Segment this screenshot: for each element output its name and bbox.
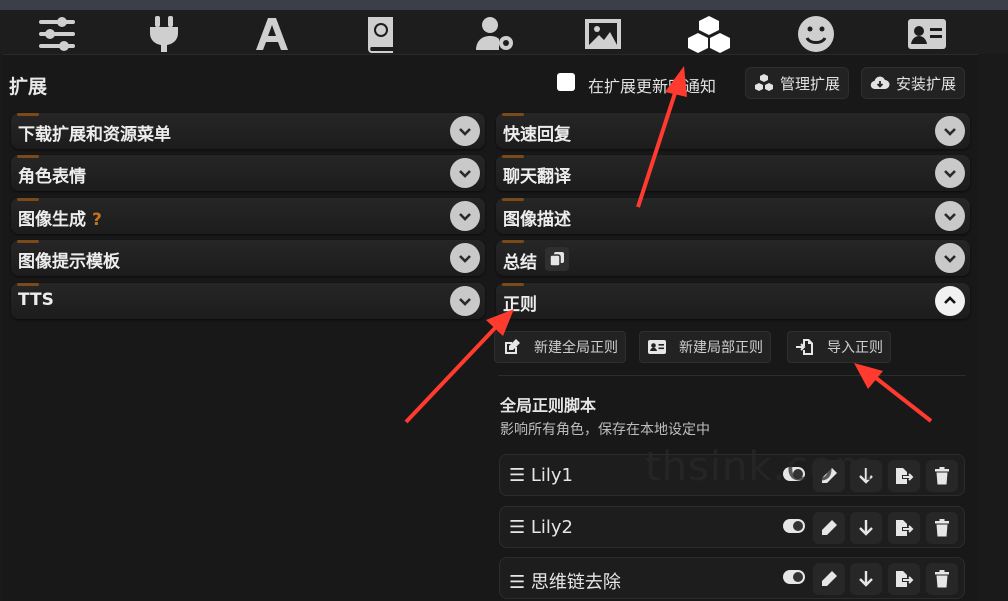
chevron-down-icon[interactable]	[935, 243, 965, 273]
pen-to-square-icon	[505, 339, 520, 354]
plug-icon[interactable]	[134, 12, 194, 56]
user-gear-icon[interactable]	[465, 12, 525, 56]
drawer-quick-reply[interactable]: 快速回复	[496, 113, 970, 149]
notify-checkbox-label: 在扩展更新时通知	[588, 77, 717, 96]
drawer-label: 图像描述	[503, 210, 571, 230]
file-import-icon	[796, 339, 813, 355]
script-row[interactable]: ☰ 思维链去除	[499, 557, 965, 599]
chevron-down-icon[interactable]	[450, 243, 480, 273]
chevron-down-icon[interactable]	[935, 158, 965, 188]
drawer-label: 下载扩展和资源菜单	[18, 125, 171, 145]
drawer-image-prompt-templates[interactable]: 图像提示模板	[11, 240, 485, 276]
pencil-icon[interactable]	[813, 512, 845, 544]
cloud-download-icon	[870, 76, 890, 90]
manage-extensions-button[interactable]: 管理扩展	[745, 67, 850, 99]
drawer-label: 角色表情	[18, 167, 86, 187]
chevron-down-icon[interactable]	[935, 201, 965, 231]
sliders-icon[interactable]	[27, 12, 87, 56]
drawer-label: 聊天翻译	[503, 167, 571, 187]
image-icon[interactable]	[573, 12, 633, 56]
toggle-icon[interactable]	[783, 467, 805, 481]
arrow-down-icon[interactable]	[850, 460, 882, 492]
drawer-label-text: 总结	[503, 253, 537, 273]
trash-icon[interactable]	[926, 512, 958, 544]
drawer-label: TTS	[18, 290, 54, 310]
drawer-character-expressions[interactable]: 角色表情	[11, 155, 485, 191]
arrow-down-icon[interactable]	[850, 563, 882, 595]
drawer-regex[interactable]: 正则	[496, 283, 970, 319]
script-name[interactable]: ☰ Lily1	[509, 465, 573, 486]
new-global-regex-label: 新建全局正则	[534, 340, 618, 356]
script-row[interactable]: ☰ Lily2	[499, 506, 965, 548]
id-card-icon	[648, 340, 666, 354]
drawer-label-text: 图像生成	[18, 210, 86, 230]
cubes-icon[interactable]	[679, 12, 739, 56]
chevron-down-icon[interactable]	[450, 158, 480, 188]
drawer-label: 图像提示模板	[18, 252, 120, 272]
id-card-icon[interactable]	[897, 12, 957, 56]
drawer-download-extensions[interactable]: 下载扩展和资源菜单	[11, 113, 485, 149]
import-regex-button[interactable]: 导入正则	[787, 331, 891, 363]
page-title: 扩展	[9, 76, 48, 98]
new-local-regex-button[interactable]: 新建局部正则	[639, 331, 771, 363]
font-icon[interactable]	[242, 12, 302, 56]
script-row[interactable]: ☰ Lily1	[499, 454, 965, 496]
drawer-tts[interactable]: TTS	[11, 283, 485, 319]
drawer-chat-translation[interactable]: 聊天翻译	[496, 155, 970, 191]
copy-icon[interactable]	[545, 247, 569, 271]
file-export-icon[interactable]	[888, 512, 920, 544]
toggle-icon[interactable]	[783, 519, 805, 533]
trash-icon[interactable]	[926, 460, 958, 492]
new-global-regex-button[interactable]: 新建全局正则	[494, 331, 626, 363]
drawer-image-generation[interactable]: 图像生成?	[11, 198, 485, 234]
pencil-icon[interactable]	[813, 563, 845, 595]
new-local-regex-label: 新建局部正则	[679, 340, 763, 356]
cubes-icon	[755, 74, 773, 91]
toggle-icon[interactable]	[783, 570, 805, 584]
global-scripts-subtitle: 影响所有角色，保存在本地设定中	[500, 422, 710, 438]
file-export-icon[interactable]	[888, 460, 920, 492]
global-scripts-title: 全局正则脚本	[500, 396, 597, 415]
import-regex-label: 导入正则	[827, 340, 883, 356]
drawer-label: 总结	[503, 247, 569, 273]
drawer-summarize[interactable]: 总结	[496, 240, 970, 276]
drawer-label: 正则	[503, 295, 537, 315]
chevron-down-icon[interactable]	[450, 116, 480, 146]
pencil-icon[interactable]	[813, 460, 845, 492]
top-navigation-bar	[0, 10, 1008, 54]
chevron-down-icon[interactable]	[450, 201, 480, 231]
notify-checkbox[interactable]	[557, 73, 575, 91]
manage-extensions-label: 管理扩展	[780, 74, 841, 93]
arrow-down-icon[interactable]	[850, 512, 882, 544]
drawer-image-captioning[interactable]: 图像描述	[496, 198, 970, 234]
script-name[interactable]: ☰ 思维链去除	[509, 568, 621, 594]
install-extension-label: 安装扩展	[896, 74, 957, 93]
script-name[interactable]: ☰ Lily2	[509, 517, 573, 538]
book-atlas-icon[interactable]	[351, 12, 411, 56]
file-export-icon[interactable]	[888, 563, 920, 595]
drawer-label: 图像生成?	[18, 205, 102, 230]
divider	[498, 375, 966, 376]
chevron-down-icon[interactable]	[450, 286, 480, 316]
chevron-up-icon[interactable]	[935, 286, 965, 316]
help-hint[interactable]: ?	[92, 210, 102, 230]
smile-icon[interactable]	[786, 12, 846, 56]
install-extension-button[interactable]: 安装扩展	[861, 67, 966, 99]
trash-icon[interactable]	[926, 563, 958, 595]
drawer-label: 快速回复	[503, 125, 571, 145]
chevron-down-icon[interactable]	[935, 116, 965, 146]
